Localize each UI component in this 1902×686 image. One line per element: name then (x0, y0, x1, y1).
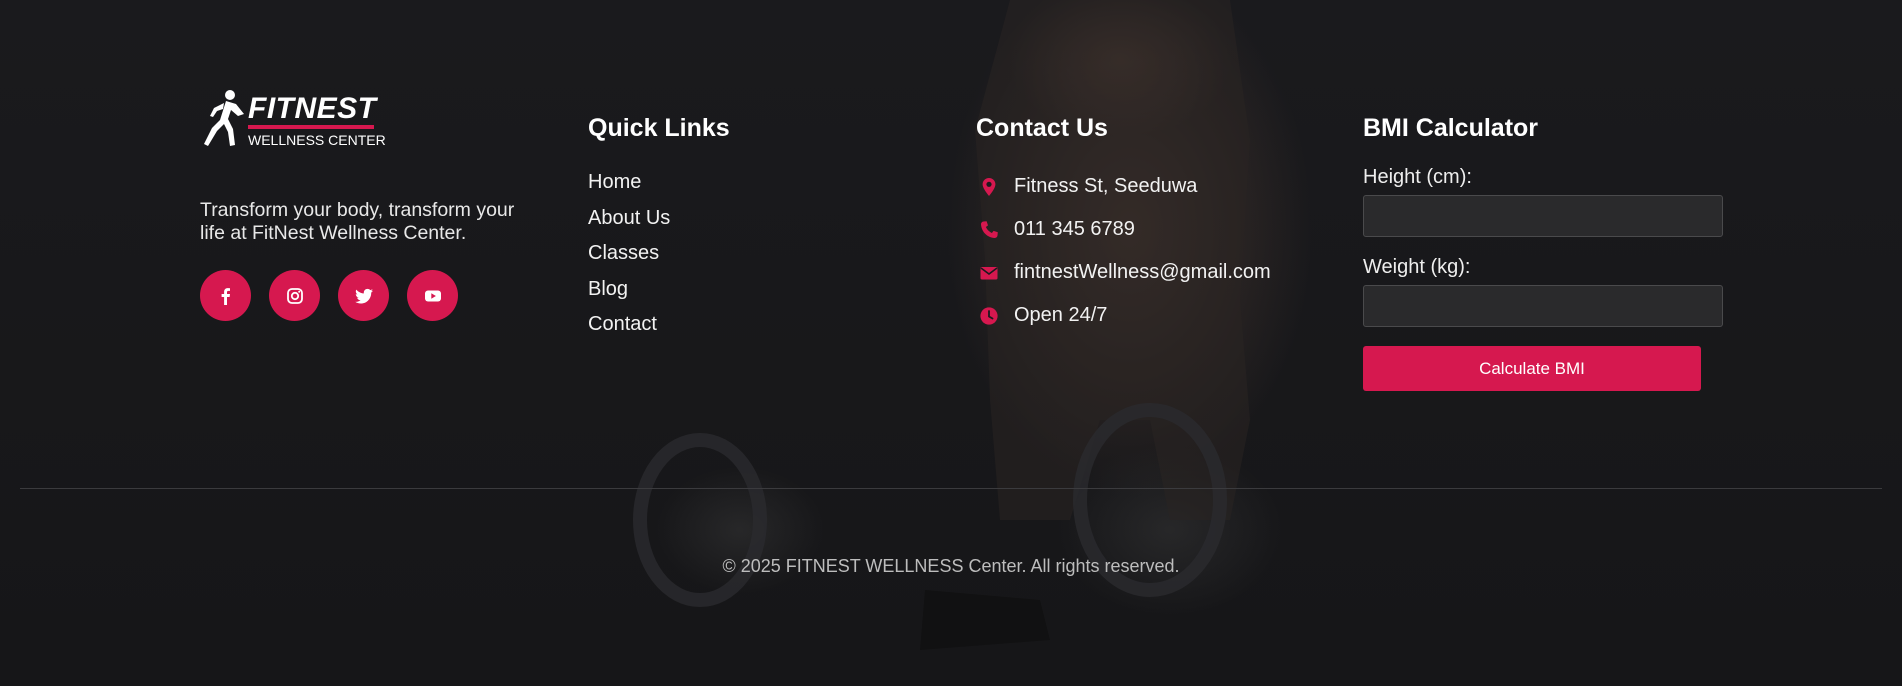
logo-title: FITNEST (248, 92, 377, 125)
contact-column: Contact Us Fitness St, Seeduwa 011 345 6… (976, 114, 1271, 337)
youtube-icon (424, 290, 441, 301)
site-footer: FITNEST WELLNESS CENTER Transform your b… (0, 0, 1902, 686)
instagram-button[interactable] (269, 270, 320, 321)
facebook-icon (221, 287, 230, 305)
bmi-title: BMI Calculator (1363, 114, 1539, 142)
youtube-button[interactable] (407, 270, 458, 321)
calculate-bmi-button[interactable]: Calculate BMI (1363, 346, 1701, 391)
height-label: Height (cm): (1363, 166, 1472, 188)
contact-address: Fitness St, Seeduwa (976, 165, 1271, 208)
twitter-icon (354, 288, 373, 303)
location-pin-icon (982, 177, 996, 196)
twitter-button[interactable] (338, 270, 389, 321)
logo[interactable]: FITNEST WELLNESS CENTER (200, 86, 540, 148)
copyright-text: © 2025 FITNEST WELLNESS Center. All righ… (722, 556, 1180, 576)
quick-links-list: Home About Us Classes Blog Contact (588, 165, 730, 343)
facebook-button[interactable] (200, 270, 251, 321)
contact-phone: 011 345 6789 (976, 208, 1271, 251)
contact-hours-text: Open 24/7 (1014, 304, 1108, 326)
nav-link-blog[interactable]: Blog (588, 272, 730, 308)
weight-input[interactable] (1363, 285, 1723, 327)
nav-link-classes[interactable]: Classes (588, 236, 730, 272)
phone-icon (981, 220, 998, 238)
brand-tagline: Transform your body, transform your life… (200, 199, 515, 244)
nav-link-about-us[interactable]: About Us (588, 201, 730, 237)
nav-link-home[interactable]: Home (588, 165, 730, 201)
footer-divider (20, 488, 1882, 489)
height-input[interactable] (1363, 195, 1723, 237)
bmi-calculator: BMI Calculator Height (cm): Weight (kg):… (1363, 114, 1723, 391)
contact-hours: Open 24/7 (976, 294, 1271, 337)
logo-underline (248, 125, 374, 129)
clock-icon (980, 306, 998, 325)
contact-address-text: Fitness St, Seeduwa (1014, 175, 1198, 197)
quick-links-title: Quick Links (588, 114, 730, 142)
contact-email: fintnestWellness@gmail.com (976, 251, 1271, 294)
envelope-icon (980, 266, 998, 279)
contact-email-text: fintnestWellness@gmail.com (1014, 261, 1271, 283)
runner-icon (204, 90, 244, 146)
instagram-icon (286, 287, 303, 304)
weight-label: Weight (kg): (1363, 256, 1471, 278)
nav-link-contact[interactable]: Contact (588, 307, 730, 343)
contact-phone-text: 011 345 6789 (1014, 218, 1135, 240)
quick-links-column: Quick Links Home About Us Classes Blog C… (588, 114, 730, 343)
contact-title: Contact Us (976, 114, 1108, 142)
contact-list: Fitness St, Seeduwa 011 345 6789 fintnes… (976, 165, 1271, 337)
brand-column: FITNEST WELLNESS CENTER Transform your b… (200, 86, 540, 321)
logo-subtitle: WELLNESS CENTER (248, 132, 386, 148)
social-links (200, 270, 458, 321)
